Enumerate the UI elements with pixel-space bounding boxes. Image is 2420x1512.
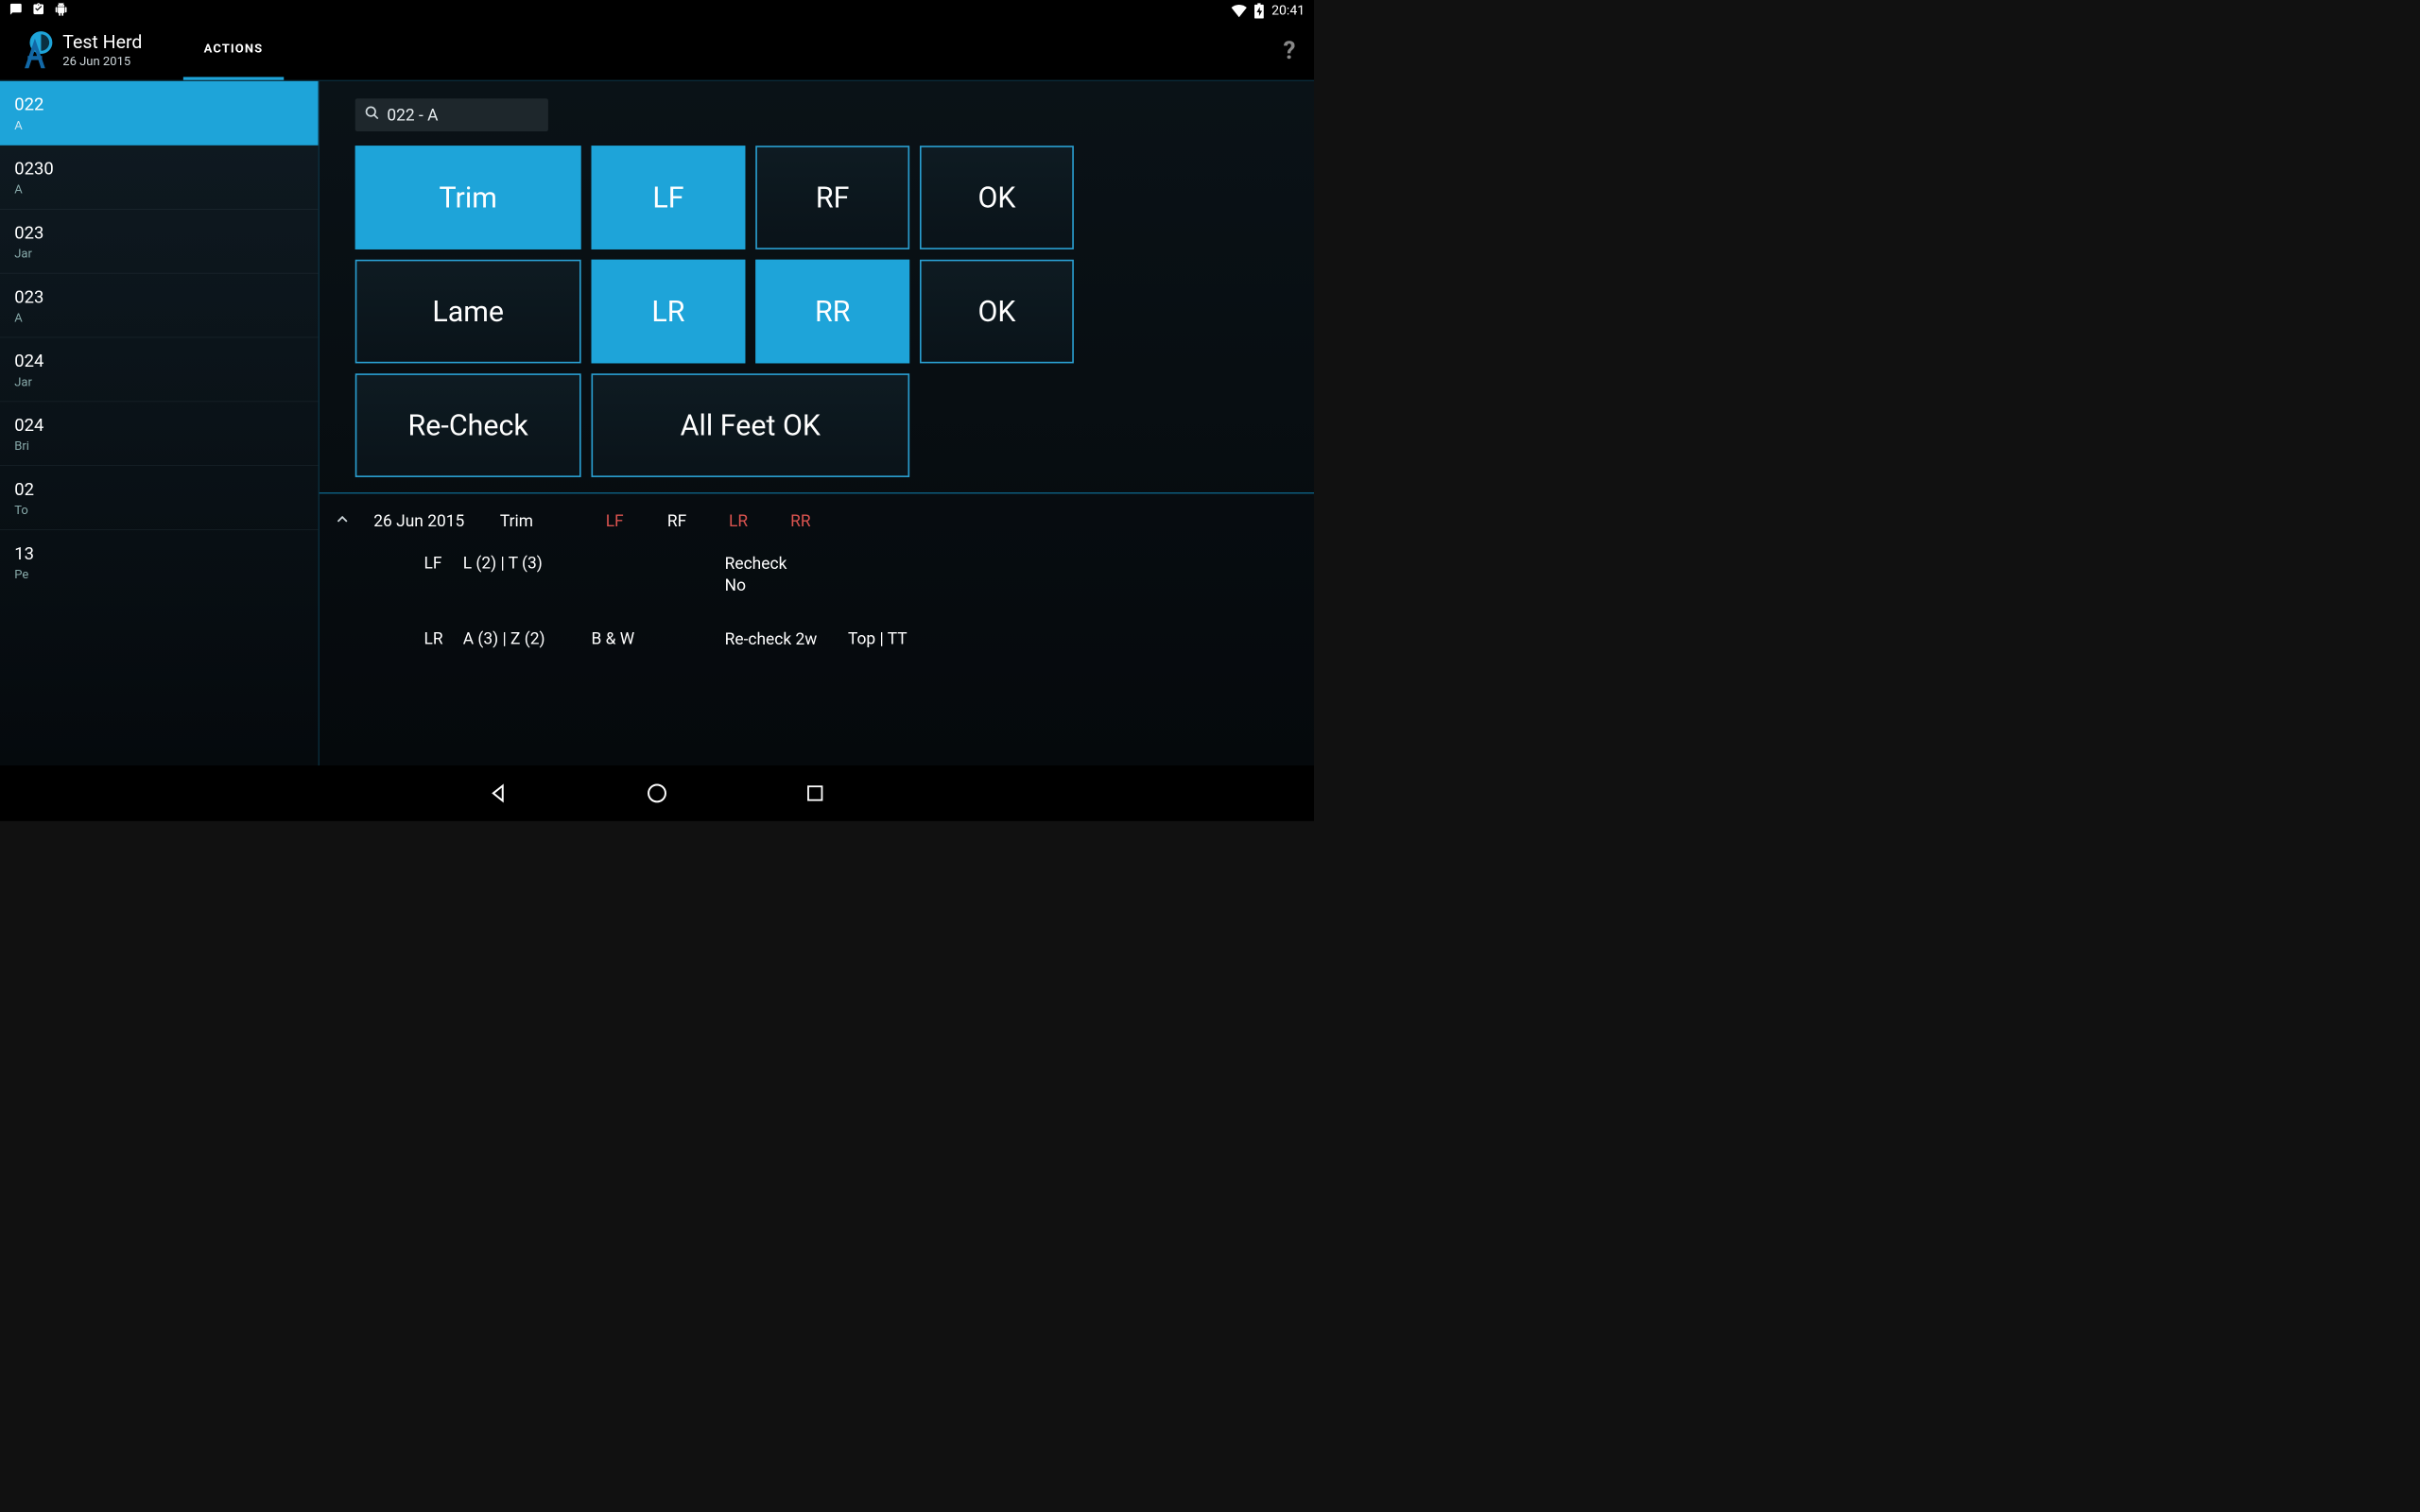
wifi-icon <box>1232 4 1247 17</box>
search-text: 022 - A <box>387 105 438 125</box>
tab-actions[interactable]: ACTIONS <box>183 20 284 80</box>
sidebar-item-0230[interactable]: 0230 A <box>0 146 319 210</box>
all-feet-ok-button-label: All Feet OK <box>681 408 821 442</box>
page-title: Test Herd <box>62 31 142 53</box>
rf-button-label: RF <box>816 180 850 215</box>
history-row-extra: B & W <box>592 628 725 648</box>
lf-button-label: LF <box>652 180 683 215</box>
sidebar-item-sub: Bri <box>14 438 303 453</box>
sidebar-item-023-a[interactable]: 023 A <box>0 273 319 337</box>
battery-charging-icon <box>1254 3 1265 18</box>
title-block[interactable]: Test Herd 26 Jun 2015 <box>62 31 142 68</box>
history-row[interactable]: LR A (3) | Z (2) B & W Re-check 2w Top |… <box>320 609 1314 662</box>
sidebar-item-id: 023 <box>14 223 303 244</box>
main: 022 A 0230 A 023 Jar 023 A 024 Jar 024 B… <box>0 81 1314 765</box>
history-row-treatment: Top | TT <box>848 628 971 648</box>
lf-button[interactable]: LF <box>592 146 746 249</box>
history-row[interactable]: LF L (2) | T (3) Recheck No <box>320 541 1314 608</box>
action-bar: Test Herd 26 Jun 2015 ACTIONS ? <box>0 20 1314 81</box>
trim-button-label: Trim <box>439 180 496 215</box>
sidebar-item-sub: A <box>14 118 303 132</box>
rf-button[interactable]: RF <box>755 146 909 249</box>
android-icon <box>55 3 68 19</box>
recent-apps-button[interactable] <box>803 781 827 805</box>
page-subtitle: 26 Jun 2015 <box>62 54 142 68</box>
history-row-foot: LF <box>424 553 462 573</box>
home-button[interactable] <box>645 781 669 805</box>
history-row-recheck: Re-check 2w <box>725 628 848 650</box>
history-header[interactable]: 26 Jun 2015 Trim LF RF LR RR <box>320 506 1314 541</box>
sidebar-item-02-to[interactable]: 02 To <box>0 466 319 530</box>
sidebar-item-id: 022 <box>14 94 303 115</box>
content: 022 - A Trim LF RF OK Lame LR RR OK Re-C… <box>319 81 1314 765</box>
all-feet-ok-button[interactable]: All Feet OK <box>592 373 910 477</box>
status-bar: 20:41 <box>0 2 1314 19</box>
sidebar-item-024-jar[interactable]: 024 Jar <box>0 337 319 402</box>
sidebar-item-023-jar[interactable]: 023 Jar <box>0 210 319 274</box>
ok-front-button[interactable]: OK <box>920 146 1074 249</box>
history-row-recheck: Recheck No <box>725 553 848 595</box>
sidebar[interactable]: 022 A 0230 A 023 Jar 023 A 024 Jar 024 B… <box>0 81 319 765</box>
action-button-grid: Trim LF RF OK Lame LR RR OK Re-Check All… <box>355 146 1314 477</box>
app-logo-icon[interactable] <box>14 29 55 70</box>
back-button[interactable] <box>487 781 511 805</box>
history-foot-rf: RF <box>667 511 705 531</box>
history-row-detail: L (2) | T (3) <box>463 553 592 573</box>
trim-button[interactable]: Trim <box>355 146 581 249</box>
chevron-up-icon[interactable] <box>335 512 350 529</box>
clipboard-icon <box>32 3 45 19</box>
sidebar-item-id: 024 <box>14 351 303 371</box>
tab-actions-label: ACTIONS <box>204 41 264 55</box>
sidebar-item-id: 13 <box>14 543 303 564</box>
status-right: 20:41 <box>1232 3 1305 18</box>
message-icon <box>9 3 23 19</box>
recheck-button-label: Re-Check <box>408 408 528 442</box>
ok-rear-button[interactable]: OK <box>920 260 1074 364</box>
rr-button[interactable]: RR <box>755 260 909 364</box>
sidebar-item-id: 0230 <box>14 159 303 180</box>
history-row-recheck-line1: Recheck <box>725 554 787 574</box>
sidebar-item-sub: To <box>14 503 303 517</box>
sidebar-item-022[interactable]: 022 A <box>0 81 319 146</box>
recheck-button[interactable]: Re-Check <box>355 373 581 477</box>
lame-button[interactable]: Lame <box>355 260 581 364</box>
help-icon: ? <box>1283 35 1295 64</box>
lr-button-label: LR <box>651 295 684 329</box>
rr-button-label: RR <box>815 295 850 329</box>
sidebar-item-sub: A <box>14 182 303 197</box>
sidebar-item-id: 02 <box>14 479 303 500</box>
history-row-detail: A (3) | Z (2) <box>463 628 592 648</box>
history-panel: 26 Jun 2015 Trim LF RF LR RR LF L (2) | … <box>320 492 1314 765</box>
history-foot-lf: LF <box>606 511 644 531</box>
sidebar-item-sub: Jar <box>14 374 303 388</box>
status-time: 20:41 <box>1271 3 1305 18</box>
search-input[interactable]: 022 - A <box>355 98 548 131</box>
ok-front-button-label: OK <box>977 180 1015 215</box>
history-date: 26 Jun 2015 <box>373 511 476 531</box>
sidebar-item-sub: A <box>14 310 303 324</box>
history-row-foot: LR <box>424 628 462 648</box>
sidebar-item-13-pe[interactable]: 13 Pe <box>0 530 319 593</box>
history-foot-lr: LR <box>729 511 767 531</box>
lame-button-label: Lame <box>432 295 504 329</box>
history-row-recheck-line1: Re-check 2w <box>725 629 818 649</box>
ok-rear-button-label: OK <box>977 295 1015 329</box>
sidebar-item-sub: Jar <box>14 247 303 261</box>
history-foot-rr: RR <box>790 511 828 531</box>
sidebar-item-sub: Pe <box>14 567 303 581</box>
history-action: Trim <box>500 511 582 531</box>
sidebar-item-024-bri[interactable]: 024 Bri <box>0 402 319 466</box>
search-icon <box>365 105 380 125</box>
lr-button[interactable]: LR <box>592 260 746 364</box>
help-button[interactable]: ? <box>1283 35 1295 64</box>
android-navbar <box>0 765 1314 821</box>
sidebar-item-id: 024 <box>14 415 303 436</box>
sidebar-item-id: 023 <box>14 287 303 308</box>
history-row-recheck-line2: No <box>725 575 746 594</box>
status-left <box>9 3 68 19</box>
